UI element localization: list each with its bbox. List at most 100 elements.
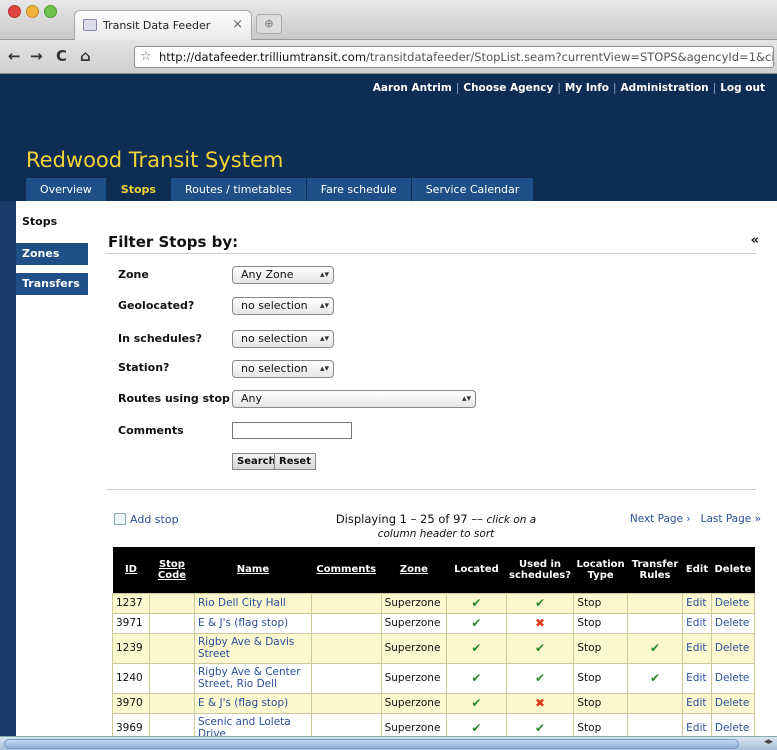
last-page-link[interactable]: Last Page » bbox=[701, 513, 761, 525]
home-icon[interactable]: ⌂ bbox=[80, 47, 91, 65]
tab-stops[interactable]: Stops bbox=[106, 178, 171, 201]
tab-overview[interactable]: Overview bbox=[26, 178, 107, 201]
scroll-arrows-icon[interactable]: ◂▸ bbox=[764, 737, 773, 747]
zoom-window-button[interactable] bbox=[44, 5, 57, 18]
stop-name[interactable]: E & J's (flag stop) bbox=[194, 692, 312, 714]
comments-label: Comments bbox=[118, 424, 184, 437]
station-select[interactable]: no selection ▴▾ bbox=[232, 360, 334, 378]
my-info-link[interactable]: My Info bbox=[565, 82, 609, 94]
check-icon: ✔ bbox=[535, 596, 546, 610]
edit-link[interactable]: Edit bbox=[682, 662, 712, 694]
content-area: Stops Zones Transfers Filter Stops by: «… bbox=[16, 201, 777, 750]
add-stop-link[interactable]: Add stop bbox=[114, 513, 179, 526]
back-icon[interactable]: ← bbox=[8, 47, 21, 65]
stop-name[interactable]: Rigby Ave & Davis Street bbox=[194, 632, 312, 664]
geolocated-select[interactable]: no selection ▴▾ bbox=[232, 297, 334, 315]
scheduled-status: ✖ bbox=[505, 692, 575, 714]
delete-link[interactable]: Delete bbox=[710, 692, 756, 714]
sidebar-item-zones[interactable]: Zones bbox=[16, 243, 88, 265]
stop-name[interactable]: Rigby Ave & Center Street, Rio Dell bbox=[194, 662, 312, 694]
stop-name[interactable]: E & J's (flag stop) bbox=[194, 612, 312, 634]
forward-icon[interactable]: → bbox=[30, 47, 43, 65]
column-header-comments[interactable]: Comments bbox=[311, 547, 382, 593]
browser-tab[interactable]: Transit Data Feeder × bbox=[74, 10, 252, 40]
in-schedules-label: In schedules? bbox=[118, 332, 202, 345]
check-icon: ✔ bbox=[471, 616, 482, 630]
in-schedules-select[interactable]: no selection ▴▾ bbox=[232, 330, 334, 348]
minimize-window-button[interactable] bbox=[26, 5, 39, 18]
scheduled-status: ✖ bbox=[505, 612, 575, 634]
zone-label: Zone bbox=[118, 268, 149, 281]
column-header-id[interactable]: ID bbox=[112, 547, 150, 593]
delete-link[interactable]: Delete bbox=[710, 592, 756, 614]
scheduled-status: ✔ bbox=[505, 662, 575, 694]
geolocated-select-value: no selection bbox=[241, 299, 308, 312]
address-bar[interactable]: ☆ http://datafeeder.trilliumtransit.com/… bbox=[134, 46, 774, 68]
stop-id: 3971 bbox=[112, 612, 150, 634]
table-row: 1239 Rigby Ave & Davis Street Superzone ✔ ✔ S… bbox=[112, 632, 756, 664]
check-icon: ✔ bbox=[471, 696, 482, 710]
tab-routes-timetables[interactable]: Routes / timetables bbox=[170, 178, 307, 201]
new-tab-button[interactable]: ⊕ bbox=[256, 14, 282, 34]
transfer-rules bbox=[626, 612, 684, 634]
tab-fare-schedule[interactable]: Fare schedule bbox=[306, 178, 412, 201]
column-header-location-type: Location Type bbox=[573, 547, 628, 593]
column-header-name[interactable]: Name bbox=[194, 547, 312, 593]
edit-link[interactable]: Edit bbox=[682, 612, 712, 634]
reset-button[interactable]: Reset bbox=[274, 453, 316, 470]
zone-select-value: Any Zone bbox=[241, 268, 294, 281]
filter-title: Filter Stops by: bbox=[108, 233, 239, 251]
sidebar-item-transfers[interactable]: Transfers bbox=[16, 273, 88, 295]
scheduled-status: ✔ bbox=[505, 592, 575, 614]
stop-comments bbox=[310, 662, 382, 694]
bookmark-star-icon[interactable]: ☆ bbox=[140, 47, 152, 67]
select-arrows-icon: ▴▾ bbox=[319, 270, 329, 280]
delete-link[interactable]: Delete bbox=[710, 612, 756, 634]
zone-select[interactable]: Any Zone ▴▾ bbox=[232, 266, 334, 284]
select-arrows-icon: ▴▾ bbox=[461, 394, 471, 404]
edit-link[interactable]: Edit bbox=[682, 632, 712, 664]
comments-input[interactable] bbox=[232, 422, 352, 439]
delete-link[interactable]: Delete bbox=[710, 632, 756, 664]
location-type: Stop bbox=[573, 592, 628, 614]
user-name-link[interactable]: Aaron Antrim bbox=[373, 82, 452, 94]
select-arrows-icon: ▴▾ bbox=[319, 301, 329, 311]
collapse-filter-icon[interactable]: « bbox=[751, 233, 759, 248]
tab-close-icon[interactable]: × bbox=[232, 17, 243, 32]
log-out-link[interactable]: Log out bbox=[720, 82, 765, 94]
edit-link[interactable]: Edit bbox=[682, 692, 712, 714]
divider bbox=[106, 489, 756, 490]
scrollbar-thumb[interactable] bbox=[4, 739, 739, 749]
station-label: Station? bbox=[118, 361, 170, 374]
delete-link[interactable]: Delete bbox=[710, 662, 756, 694]
stop-name[interactable]: Rio Dell City Hall bbox=[194, 592, 312, 614]
close-window-button[interactable] bbox=[8, 5, 21, 18]
displaying-text: Displaying 1 – 25 of 97 –– bbox=[335, 512, 487, 526]
column-header-located: Located bbox=[446, 547, 507, 593]
geolocated-label: Geolocated? bbox=[118, 299, 195, 312]
choose-agency-link[interactable]: Choose Agency bbox=[463, 82, 553, 94]
stop-zone: Superzone bbox=[380, 592, 448, 614]
routes-using-stop-select[interactable]: Any ▴▾ bbox=[232, 390, 476, 408]
transfer-rules: ✔ bbox=[626, 662, 684, 694]
main-nav: Overview Stops Routes / timetables Fare … bbox=[26, 178, 535, 201]
edit-link[interactable]: Edit bbox=[682, 592, 712, 614]
sidebar-item-stops[interactable]: Stops bbox=[16, 211, 88, 233]
stop-id: 1237 bbox=[112, 592, 150, 614]
select-arrows-icon: ▴▾ bbox=[319, 364, 329, 374]
stops-table: ID Stop Code Name Comments Zone Located … bbox=[112, 547, 756, 744]
next-page-link[interactable]: Next Page › bbox=[630, 513, 691, 525]
tab-service-calendar[interactable]: Service Calendar bbox=[411, 178, 535, 201]
stops-table-body: 1237 Rio Dell City Hall Superzone ✔ ✔ Stop Edi… bbox=[112, 592, 756, 744]
column-header-stop-code[interactable]: Stop Code bbox=[149, 547, 195, 593]
reload-icon[interactable]: C bbox=[56, 47, 67, 65]
stop-code bbox=[148, 592, 196, 614]
administration-link[interactable]: Administration bbox=[621, 82, 709, 94]
routes-using-stop-label: Routes using stop bbox=[118, 392, 230, 405]
stop-code bbox=[148, 662, 196, 694]
stop-zone: Superzone bbox=[380, 632, 448, 664]
transfer-rules bbox=[626, 592, 684, 614]
horizontal-scrollbar[interactable]: ◂▸ bbox=[0, 736, 777, 750]
column-header-zone[interactable]: Zone bbox=[381, 547, 447, 593]
located-status: ✔ bbox=[446, 662, 507, 694]
